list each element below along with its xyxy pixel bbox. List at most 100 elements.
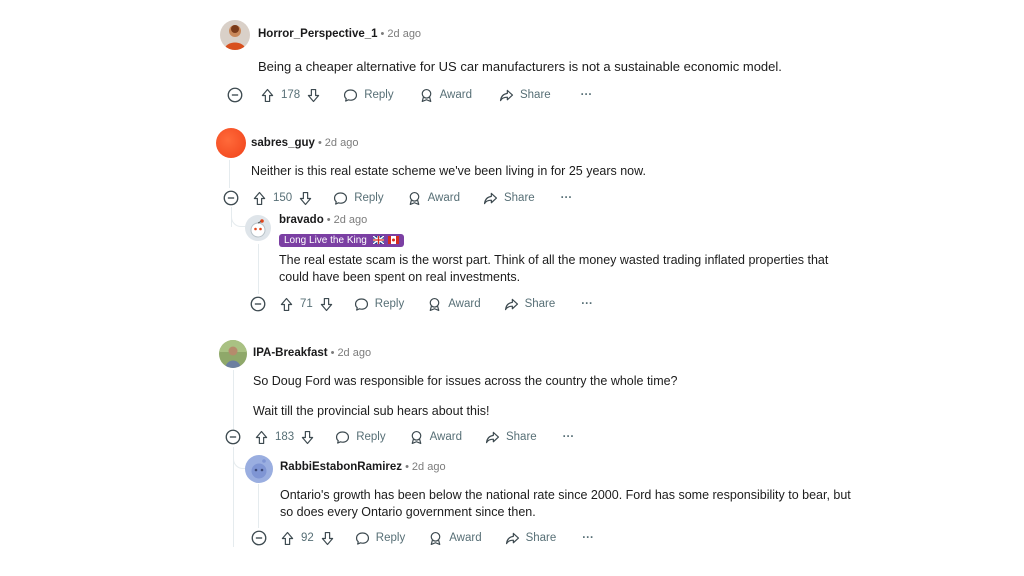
reply-button[interactable]: Reply [332,190,384,207]
avatar[interactable] [220,20,250,50]
share-button[interactable]: Share [482,190,535,207]
reply-button[interactable]: Reply [353,296,404,313]
thread-line [258,484,259,528]
upvote-icon[interactable] [251,190,268,207]
award-button[interactable]: Award [427,530,482,547]
timestamp[interactable]: 2d ago [337,347,371,359]
reply-label: Reply [375,532,406,544]
more-options-button[interactable]: ··· [581,89,593,101]
action-bar: 150 Reply Award Share ··· [222,188,572,208]
timestamp[interactable]: 2d ago [325,137,359,149]
reply-button[interactable]: Reply [342,87,394,104]
comment-text-line: Ontario's growth has been below the nati… [280,488,851,502]
vote-count: 71 [300,298,313,310]
share-button[interactable]: Share [504,530,556,547]
action-bar: 71 Reply Award Share ··· [249,294,593,314]
vote-count: 92 [301,532,314,544]
avatar[interactable] [216,128,246,158]
upvote-icon[interactable] [279,530,296,547]
downvote-icon[interactable] [299,429,316,446]
share-icon [484,429,501,446]
username[interactable]: sabres_guy [251,137,315,149]
separator: • [330,347,335,359]
award-button[interactable]: Award [418,87,472,104]
timestamp[interactable]: 2d ago [387,28,421,40]
share-button[interactable]: Share [498,87,551,104]
reply-button[interactable]: Reply [334,429,386,446]
award-label: Award [427,192,460,204]
username[interactable]: IPA-Breakfast [253,347,328,359]
username[interactable]: bravado [279,214,324,226]
thread-line [233,370,234,430]
more-options-button[interactable]: ··· [582,532,594,544]
username[interactable]: Horror_Perspective_1 [258,28,378,40]
share-button[interactable]: Share [484,429,537,446]
collapse-icon[interactable] [250,529,268,547]
share-label: Share [503,192,535,204]
reply-icon [332,190,349,207]
vote-count: 183 [275,431,295,443]
award-label: Award [449,532,482,544]
award-button[interactable]: Award [406,190,460,207]
more-options-button[interactable]: ··· [563,431,575,443]
comment-text-line: so does every Ontario government since t… [280,505,536,519]
upvote-icon[interactable] [253,429,270,446]
timestamp[interactable]: 2d ago [412,461,446,473]
thread-line [258,244,259,294]
flair-label: Long Live the King [284,235,367,246]
avatar[interactable] [245,215,271,241]
comment-text: Ontario's growth has been below the nati… [280,487,851,521]
comment-text-line: could have been spent on real investment… [279,270,521,284]
share-button[interactable]: Share [503,296,556,313]
award-icon [426,296,443,313]
uk-flag-icon [372,235,385,245]
award-label: Award [448,298,481,310]
reply-button[interactable]: Reply [354,530,405,547]
avatar[interactable] [219,340,247,368]
action-bar: 178 Reply Award Share ··· [226,85,592,105]
reply-icon [353,296,370,313]
collapse-icon[interactable] [226,86,244,104]
collapse-icon[interactable] [222,189,240,207]
award-button[interactable]: Award [426,296,481,313]
separator: • [405,461,409,473]
downvote-icon[interactable] [318,296,335,313]
timestamp[interactable]: 2d ago [334,214,368,226]
canada-flag-icon [388,236,400,245]
award-icon [408,429,425,446]
share-icon [504,530,521,547]
downvote-icon[interactable] [297,190,314,207]
thread-line [229,160,230,188]
share-icon [503,296,520,313]
comment-text: The real estate scam is the worst part. … [279,252,828,286]
user-flair: Long Live the King [279,234,405,247]
share-icon [482,190,499,207]
reply-label: Reply [374,298,405,310]
upvote-icon[interactable] [259,87,276,104]
comment-text: So Doug Ford was responsible for issues … [253,373,678,420]
share-label: Share [519,89,551,101]
separator: • [326,214,331,226]
award-icon [406,190,423,207]
award-button[interactable]: Award [408,429,462,446]
collapse-icon[interactable] [224,428,242,446]
reply-label: Reply [364,89,394,101]
reply-label: Reply [354,192,384,204]
comment-text: Being a cheaper alternative for US car m… [258,59,782,74]
award-icon [427,530,444,547]
avatar[interactable] [245,455,273,483]
share-label: Share [524,298,556,310]
upvote-icon[interactable] [278,296,295,313]
award-icon [418,87,435,104]
vote-count: 150 [273,192,293,204]
username[interactable]: RabbiEstabonRamirez [280,461,402,473]
more-options-button[interactable]: ··· [581,298,593,310]
more-options-button[interactable]: ··· [561,192,573,204]
reply-icon [342,87,359,104]
collapse-icon[interactable] [249,295,267,313]
downvote-icon[interactable] [305,87,322,104]
share-icon [498,87,515,104]
award-label: Award [429,431,462,443]
downvote-icon[interactable] [319,530,336,547]
award-label: Award [439,89,472,101]
